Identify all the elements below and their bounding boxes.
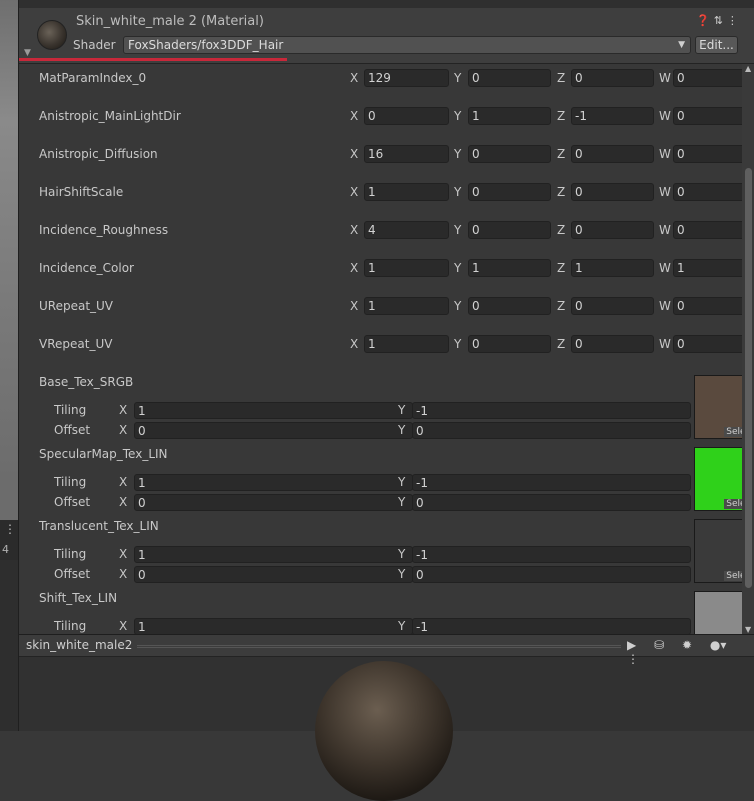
tiling-x-field[interactable]: 1	[134, 474, 413, 491]
tiling-label: Tiling	[54, 475, 87, 489]
lights-icon[interactable]: ✹	[682, 638, 692, 652]
texture-thumbnail[interactable]: Select	[694, 375, 742, 439]
scroll-up-icon[interactable]: ▲	[745, 64, 751, 73]
cylinder-icon[interactable]: ⛁	[654, 638, 664, 652]
sphere-icon[interactable]: ●▾	[710, 638, 727, 652]
offset-x-field[interactable]: 0	[134, 566, 413, 583]
preview-title: skin_white_male2	[26, 638, 133, 652]
inspector-panel: ▼ Skin_white_male 2 (Material) ❓⇅⋮ Shade…	[18, 0, 754, 801]
scrollbar-thumb[interactable]	[745, 168, 752, 588]
tiling-y-field[interactable]: -1	[412, 402, 691, 419]
texture-name: Translucent_Tex_LIN	[39, 519, 159, 533]
select-button[interactable]: Select	[724, 427, 742, 437]
scrollbar[interactable]: ▲ ▼	[742, 64, 754, 634]
tiling-y-field[interactable]: -1	[412, 618, 691, 634]
tiling-x-field[interactable]: 1	[134, 618, 413, 634]
texture-name: SpecularMap_Tex_LIN	[39, 447, 168, 461]
texture-name: Base_Tex_SRGB	[39, 375, 134, 389]
y-axis-label: Y	[398, 495, 406, 509]
texture-thumbnail[interactable]: Select	[694, 519, 742, 583]
x-axis-label: X	[119, 423, 128, 437]
x-axis-label: X	[119, 475, 128, 489]
play-icon[interactable]: ▶	[627, 638, 636, 652]
strip-text: 4	[2, 543, 9, 556]
tiling-x-field[interactable]: 1	[134, 402, 413, 419]
x-axis-label: X	[119, 547, 128, 561]
offset-x-field[interactable]: 0	[134, 422, 413, 439]
y-axis-label: Y	[398, 547, 406, 561]
offset-label: Offset	[54, 495, 91, 509]
tiling-x-field[interactable]: 1	[134, 546, 413, 563]
x-axis-label: X	[119, 403, 128, 417]
tiling-y-field[interactable]: -1	[412, 474, 691, 491]
tiling-label: Tiling	[54, 547, 87, 561]
offset-x-field[interactable]: 0	[134, 494, 413, 511]
select-button[interactable]: Select	[724, 499, 742, 509]
offset-y-field[interactable]: 0	[412, 494, 691, 511]
texture-thumbnail[interactable]	[694, 591, 742, 634]
preview-toolbar: skin_white_male2 ▶ ⛁ ✹ ●▾ ⋮	[19, 635, 754, 666]
y-axis-label: Y	[398, 567, 406, 581]
x-axis-label: X	[119, 619, 128, 633]
x-axis-label: X	[119, 495, 128, 509]
offset-y-field[interactable]: 0	[412, 422, 691, 439]
material-preview-sphere[interactable]	[315, 661, 453, 801]
panel-strip	[0, 560, 18, 731]
y-axis-label: Y	[398, 475, 406, 489]
more-icon[interactable]: ⋮	[4, 522, 16, 536]
more-icon[interactable]: ⋮	[627, 652, 639, 666]
offset-label: Offset	[54, 423, 91, 437]
x-axis-label: X	[119, 567, 128, 581]
texture-name: Shift_Tex_LIN	[39, 591, 118, 605]
y-axis-label: Y	[398, 403, 406, 417]
offset-label: Offset	[54, 567, 91, 581]
tiling-y-field[interactable]: -1	[412, 546, 691, 563]
scene-view-edge: ⋮ 4	[0, 0, 18, 731]
y-axis-label: Y	[398, 619, 406, 633]
select-button[interactable]: Select	[724, 571, 742, 581]
y-axis-label: Y	[398, 423, 406, 437]
tiling-label: Tiling	[54, 403, 87, 417]
offset-y-field[interactable]: 0	[412, 566, 691, 583]
texture-thumbnail[interactable]: Select	[694, 447, 742, 511]
texture-properties: Base_Tex_SRGBTilingX1Y-1OffsetX0Y0Select…	[19, 0, 742, 634]
preview-pane: skin_white_male2 ▶ ⛁ ✹ ●▾ ⋮	[19, 634, 754, 801]
preview-icons: ▶ ⛁ ✹ ●▾ ⋮	[627, 638, 754, 666]
resize-handle[interactable]	[137, 645, 621, 648]
scroll-down-icon[interactable]: ▼	[745, 625, 751, 634]
tiling-label: Tiling	[54, 619, 87, 633]
